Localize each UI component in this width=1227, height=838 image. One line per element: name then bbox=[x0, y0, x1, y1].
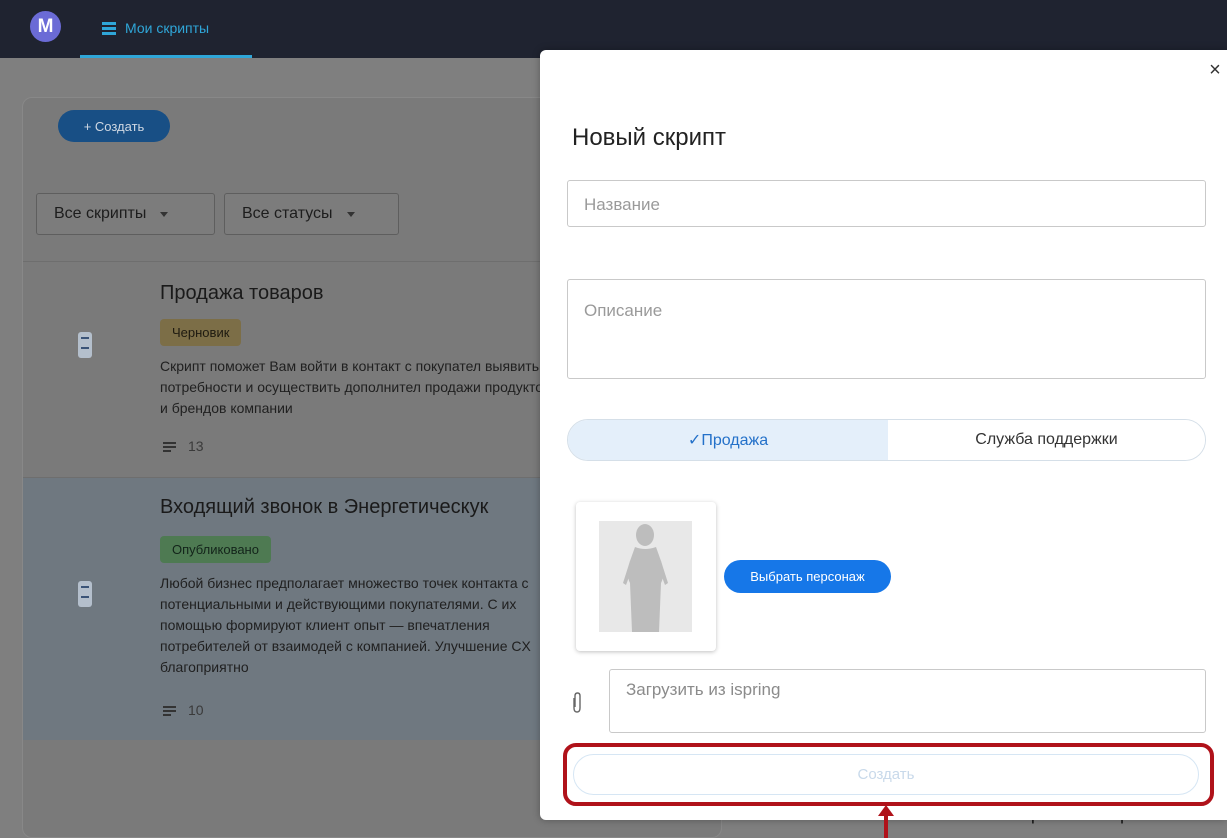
caret-down-icon bbox=[160, 211, 169, 217]
close-icon[interactable]: × bbox=[1204, 59, 1226, 81]
highlight-box bbox=[563, 743, 1214, 806]
lines-icon bbox=[163, 441, 176, 452]
script-title: Входящий звонок в Энергетическук bbox=[160, 496, 489, 518]
type-option-sales[interactable]: ✓Продажа bbox=[568, 420, 888, 460]
script-title: Продажа товаров bbox=[160, 282, 324, 304]
script-count-value: 13 bbox=[188, 438, 204, 454]
upload-from-ispring-field[interactable]: Загрузить из ispring bbox=[609, 669, 1206, 733]
script-description: Любой бизнес предполагает множество точе… bbox=[160, 575, 531, 675]
status-badge: Опубликовано bbox=[160, 536, 271, 563]
filter-statuses-dropdown[interactable]: Все статусы bbox=[224, 193, 399, 235]
name-input[interactable]: Название bbox=[567, 180, 1206, 227]
phone-icon bbox=[78, 332, 92, 358]
script-step-count: 10 bbox=[163, 702, 204, 718]
phone-icon bbox=[78, 581, 92, 607]
arrow-shaft bbox=[884, 813, 888, 838]
list-icon bbox=[102, 21, 116, 35]
caret-down-icon bbox=[346, 211, 355, 217]
lines-icon bbox=[163, 705, 176, 716]
script-count-value: 10 bbox=[188, 702, 204, 718]
type-option-support[interactable]: Служба поддержки bbox=[888, 420, 1205, 460]
modal-title: Новый скрипт bbox=[572, 124, 726, 151]
tab-my-scripts[interactable]: Мои скрипты bbox=[80, 0, 252, 58]
description-textarea[interactable]: Описание bbox=[567, 279, 1206, 379]
pick-character-button[interactable]: Выбрать персонаж bbox=[724, 560, 891, 593]
create-script-button[interactable]: + Создать bbox=[58, 110, 170, 142]
script-step-count: 13 bbox=[163, 438, 204, 454]
status-badge: Черновик bbox=[160, 319, 242, 346]
character-silhouette-image bbox=[599, 521, 692, 632]
tab-my-scripts-label: Мои скрипты bbox=[125, 19, 210, 36]
character-preview bbox=[576, 502, 716, 651]
app-logo[interactable]: M bbox=[30, 11, 61, 42]
script-description: Скрипт поможет Вам войти в контакт с пок… bbox=[160, 358, 551, 416]
filter-statuses-label: Все статусы bbox=[242, 205, 333, 222]
filter-scripts-dropdown[interactable]: Все скрипты bbox=[36, 193, 215, 235]
filter-scripts-label: Все скрипты bbox=[54, 205, 147, 222]
new-script-modal: × Новый скрипт Название Описание ✓Продаж… bbox=[540, 50, 1227, 820]
script-type-toggle: ✓Продажа Служба поддержки bbox=[567, 419, 1206, 461]
paperclip-icon[interactable] bbox=[571, 692, 583, 714]
